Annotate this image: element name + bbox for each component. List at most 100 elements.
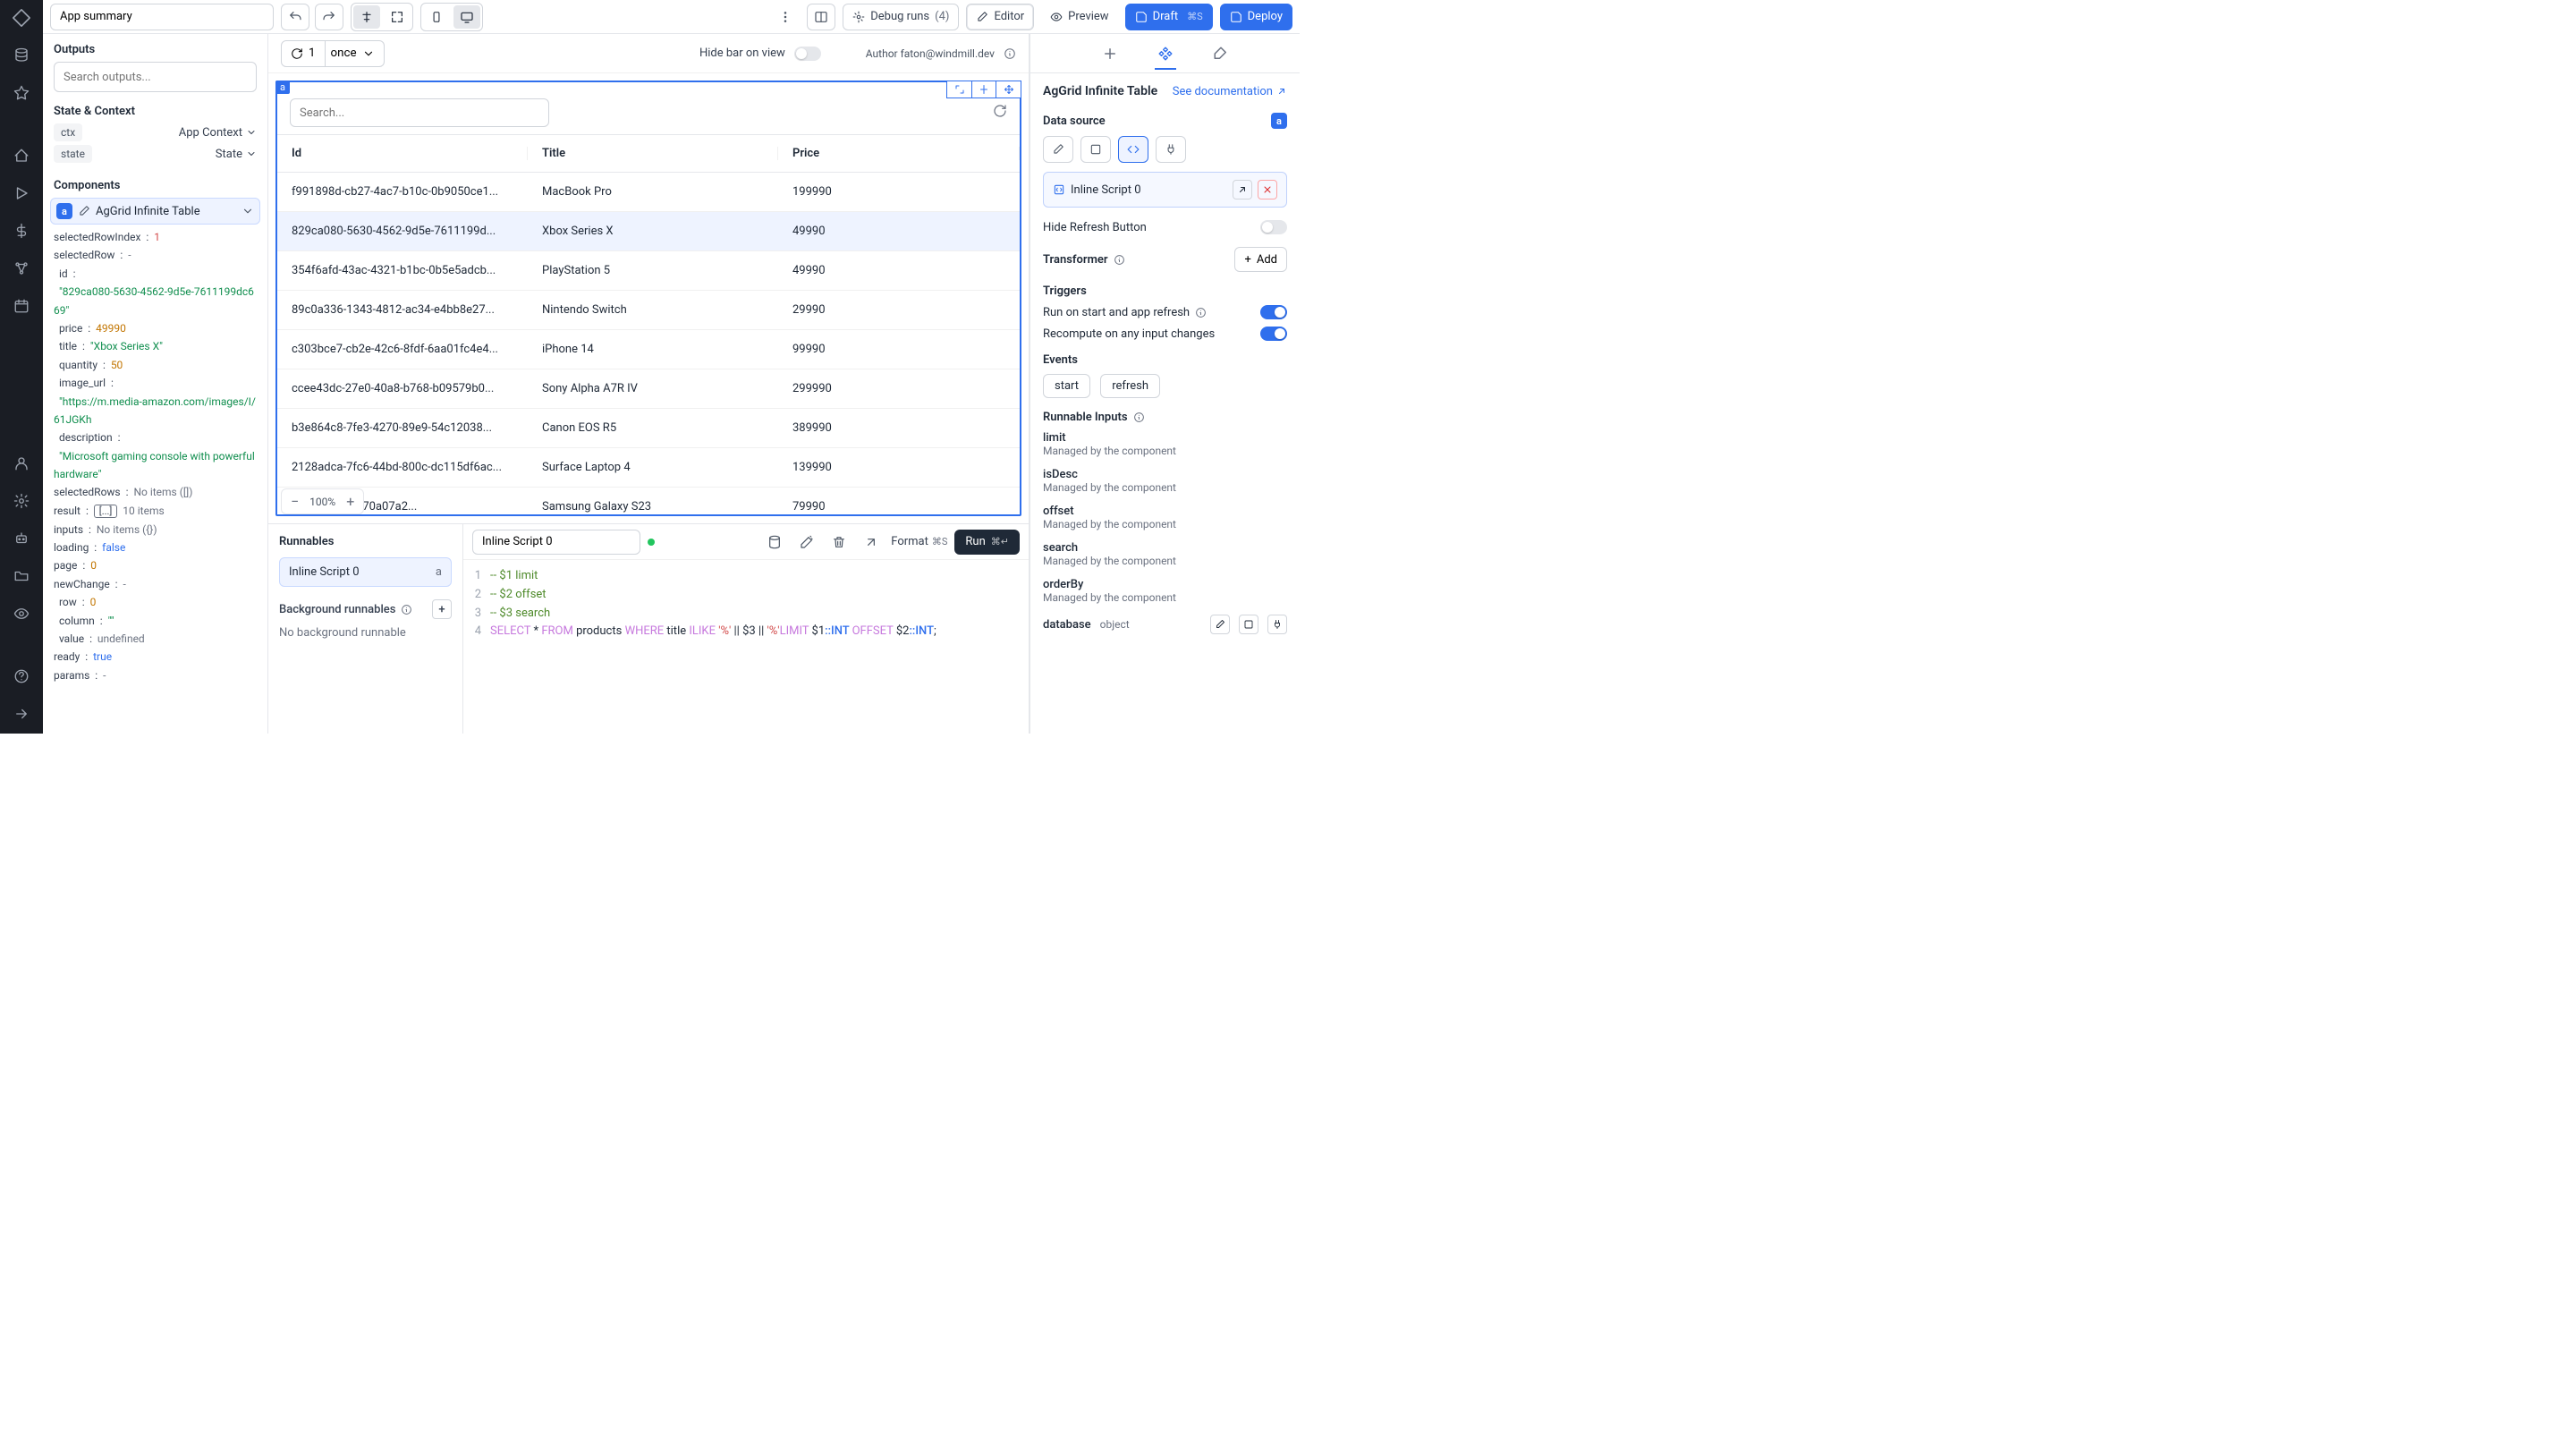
table-row[interactable]: f991898d-cb27-4ac7-b10c-0b9050ce1...MacB… — [277, 173, 1020, 212]
inline-script-chip[interactable]: Inline Script 0 — [1043, 172, 1287, 208]
remove-script-button[interactable] — [1258, 180, 1277, 199]
help-icon[interactable] — [11, 666, 32, 687]
draft-button[interactable]: Draft⌘S — [1125, 4, 1213, 30]
event-refresh[interactable]: refresh — [1100, 374, 1160, 398]
star-icon[interactable] — [11, 82, 32, 104]
db-json-button[interactable] — [1239, 615, 1258, 634]
wand-icon[interactable] — [794, 530, 819, 555]
debug-runs-button[interactable]: Debug runs(4) — [843, 4, 959, 30]
trigger-inputs-toggle[interactable] — [1260, 327, 1287, 341]
col-price[interactable]: Price — [778, 147, 1020, 160]
run-mode-select[interactable]: once — [326, 40, 385, 67]
table-refresh-icon[interactable] — [993, 104, 1007, 122]
ctx-chip[interactable]: ctx — [54, 123, 82, 141]
table-row[interactable]: 829ca080-5630-4562-9d5e-7611199d...Xbox … — [277, 212, 1020, 251]
move-handle[interactable] — [996, 81, 1021, 98]
preview-button[interactable]: Preview — [1041, 4, 1117, 30]
tab-style[interactable] — [1210, 43, 1232, 64]
script-name-input[interactable] — [472, 530, 640, 555]
expand-button[interactable] — [384, 5, 411, 29]
db-icon[interactable] — [762, 530, 787, 555]
app-context-select[interactable]: App Context — [179, 126, 257, 140]
info-icon[interactable] — [401, 604, 412, 615]
pencil-icon — [78, 205, 90, 217]
format-button[interactable]: Format⌘S — [891, 535, 947, 548]
fullscreen-handle[interactable] — [946, 81, 971, 98]
table-row[interactable]: c303bce7-cb2e-42c6-8fdf-6aa01fc4e4...iPh… — [277, 330, 1020, 369]
runnable-item[interactable]: Inline Script 0a — [279, 557, 452, 587]
table-row[interactable]: 2128adca-7fc6-44bd-800c-dc115df6ac...Sur… — [277, 448, 1020, 488]
gear-icon[interactable] — [11, 490, 32, 512]
panel-icon[interactable] — [807, 4, 835, 30]
folder-icon[interactable] — [11, 565, 32, 587]
eye-icon[interactable] — [11, 603, 32, 624]
code-ds-button[interactable] — [1118, 136, 1148, 163]
zoom-out-button[interactable]: − — [291, 493, 299, 510]
info-icon[interactable] — [1195, 307, 1207, 318]
logo-icon[interactable] — [11, 7, 32, 29]
state-select[interactable]: State — [216, 148, 257, 161]
json-ds-button[interactable] — [1080, 136, 1111, 163]
component-frame[interactable]: a Id Title Price — [275, 81, 1021, 516]
tab-component[interactable] — [1155, 48, 1176, 70]
redo-button[interactable] — [315, 4, 343, 30]
expand-icon[interactable] — [859, 530, 884, 555]
calendar-icon[interactable] — [11, 295, 32, 317]
add-bg-runnable-button[interactable]: + — [432, 599, 452, 619]
app-title-input[interactable] — [50, 4, 274, 30]
molecule-icon[interactable] — [11, 258, 32, 279]
align-center-button[interactable] — [353, 5, 380, 29]
desktop-button[interactable] — [453, 5, 480, 29]
mobile-button[interactable] — [423, 5, 450, 29]
code-editor[interactable]: 1234 -- $1 limit-- $2 offset-- $3 search… — [463, 560, 1029, 734]
editor-button[interactable]: Editor — [966, 4, 1034, 30]
collapse-icon[interactable] — [11, 703, 32, 725]
doc-link[interactable]: See documentation — [1173, 85, 1287, 98]
add-transformer-button[interactable]: +Add — [1234, 247, 1287, 272]
trigger-inputs-label: Recompute on any input changes — [1043, 327, 1215, 341]
play-icon[interactable] — [11, 182, 32, 204]
db-edit-button[interactable] — [1210, 615, 1230, 634]
zoom-bar: − 100% + — [281, 488, 364, 514]
col-id[interactable]: Id — [277, 147, 528, 160]
table-row[interactable]: ccee43dc-27e0-40a8-b768-b09579b0...Sony … — [277, 369, 1020, 409]
chevron-down-icon — [242, 205, 254, 217]
info-icon[interactable] — [1114, 254, 1125, 266]
runnable-input-item: orderByManaged by the component — [1043, 578, 1287, 604]
script-toolbar: Format⌘S Run⌘↵ — [463, 524, 1029, 560]
run-button[interactable]: Run⌘↵ — [954, 530, 1020, 555]
hide-bar-toggle[interactable] — [794, 47, 821, 61]
component-badge: a — [56, 203, 72, 219]
plug-ds-button[interactable] — [1156, 136, 1186, 163]
state-chip[interactable]: state — [54, 145, 92, 163]
table-row[interactable]: 89c0a336-1343-4812-ac34-e4bb8e27...Ninte… — [277, 291, 1020, 330]
table-row[interactable]: 4c83-8022-5e70a07a2...Samsung Galaxy S23… — [277, 488, 1020, 523]
undo-button[interactable] — [281, 4, 309, 30]
trigger-start-toggle[interactable] — [1260, 305, 1287, 319]
database-icon[interactable] — [11, 45, 32, 66]
event-start[interactable]: start — [1043, 374, 1090, 398]
search-outputs-input[interactable] — [54, 62, 257, 92]
hide-refresh-toggle[interactable] — [1260, 220, 1287, 234]
anchor-handle[interactable] — [971, 81, 996, 98]
deploy-button[interactable]: Deploy — [1220, 4, 1292, 30]
tab-add[interactable] — [1099, 43, 1121, 64]
dollar-icon[interactable] — [11, 220, 32, 242]
db-plug-button[interactable] — [1267, 615, 1287, 634]
component-item[interactable]: a AgGrid Infinite Table — [50, 198, 260, 225]
table-row[interactable]: b3e864c8-7fe3-4270-89e9-54c12038...Canon… — [277, 409, 1020, 448]
zoom-in-button[interactable]: + — [346, 493, 354, 510]
more-icon[interactable] — [771, 4, 800, 30]
info-icon[interactable] — [1133, 412, 1145, 423]
trash-icon[interactable] — [826, 530, 852, 555]
bot-icon[interactable] — [11, 528, 32, 549]
info-icon[interactable] — [1004, 47, 1016, 60]
user-icon[interactable] — [11, 453, 32, 474]
col-title[interactable]: Title — [528, 147, 778, 160]
refresh-all-button[interactable]: 1 — [281, 40, 326, 67]
table-search-input[interactable] — [290, 98, 549, 127]
home-icon[interactable] — [11, 145, 32, 166]
table-row[interactable]: 354f6afd-43ac-4321-b1bc-0b5e5adcb...Play… — [277, 251, 1020, 291]
open-script-button[interactable] — [1233, 180, 1252, 199]
edit-ds-button[interactable] — [1043, 136, 1073, 163]
